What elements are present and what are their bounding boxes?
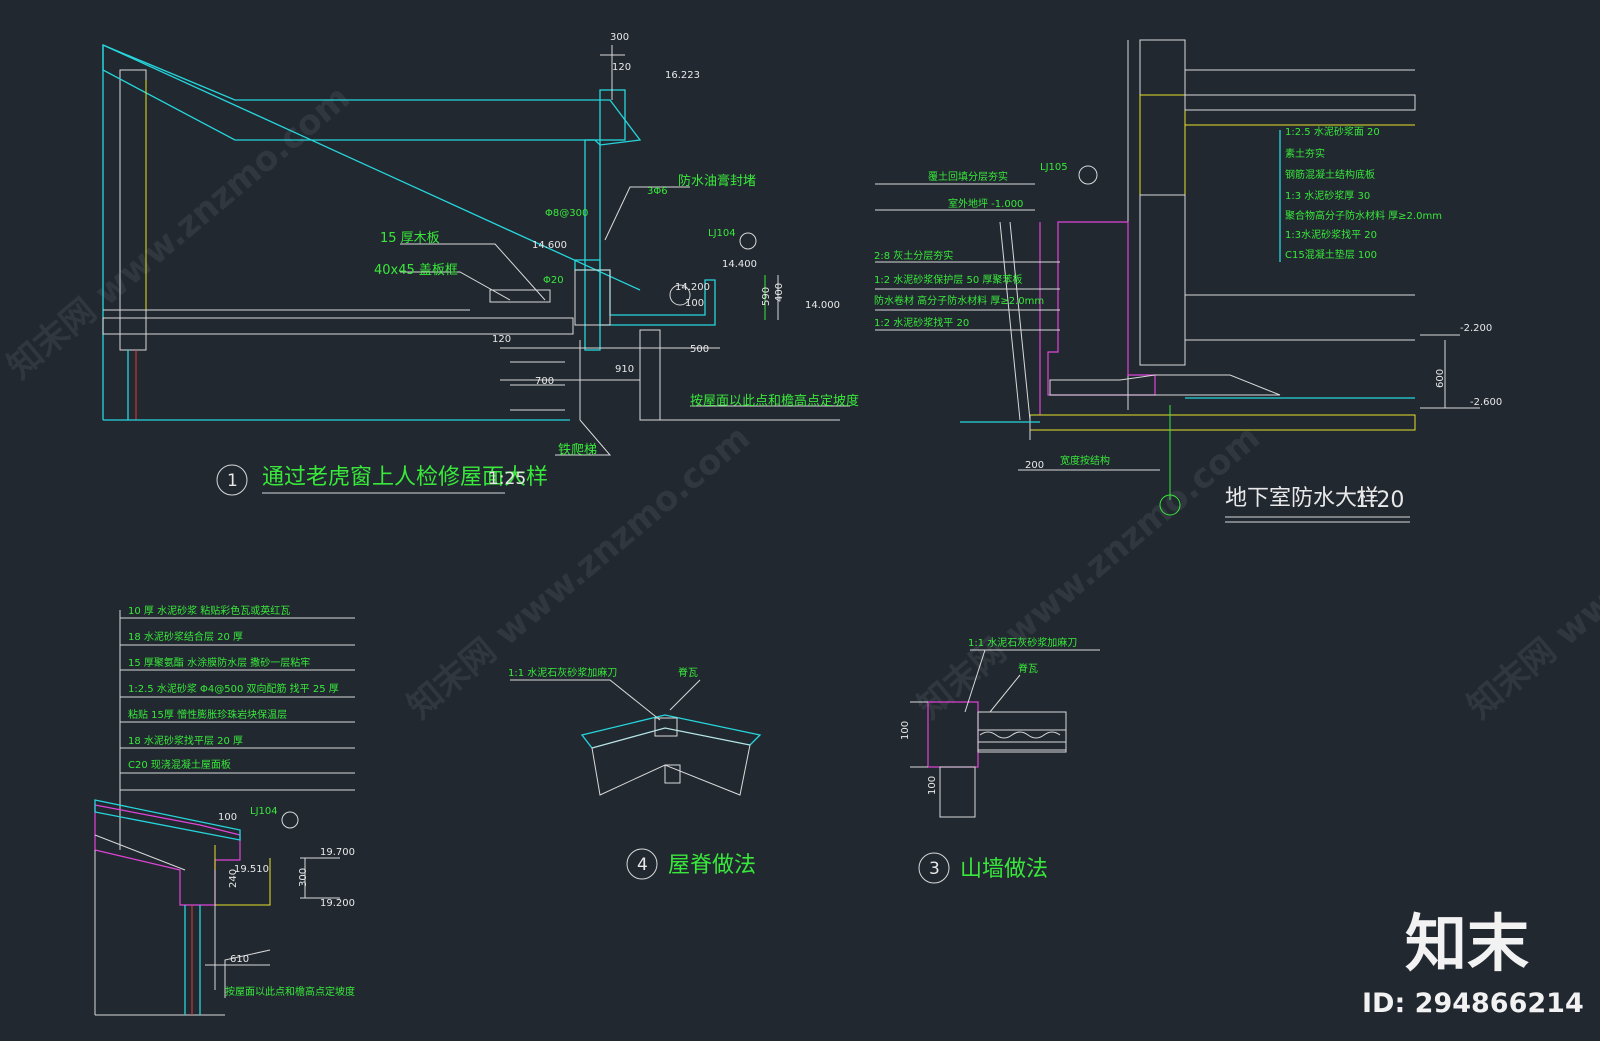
dim: 610: [230, 954, 249, 965]
elev: -2.200: [1460, 323, 1492, 334]
layer-label: 1:2.5 水泥砂浆面 20: [1285, 125, 1380, 138]
detail-2-labels: 覆土回填分层夯实 室外地坪 -1.000 2:8 灰土分层夯实 1:2 水泥砂浆…: [874, 125, 1502, 471]
elev: 14.200: [675, 282, 710, 293]
layer-label: 聚合物高分子防水材料 厚≥2.0mm: [1285, 209, 1442, 222]
dim: 120: [612, 62, 631, 73]
elev: 19.510: [234, 864, 269, 875]
layer-label: 1:2 水泥砂浆找平 20: [874, 316, 969, 329]
dim: 590: [761, 287, 772, 306]
elev: 14.000: [805, 300, 840, 311]
layer-label: 1:2 水泥砂浆保护层 50 厚聚苯板: [874, 273, 1022, 286]
dim: 100: [218, 812, 237, 823]
ref-tag: LJ104: [708, 228, 736, 239]
detail-1-title-block: 1 通过老虎窗上人检修屋面大样 1:25: [216, 464, 548, 496]
watermark-text: 知末网 www.znzmo.com: [1460, 418, 1600, 727]
detail-1-labels: 15 厚木板 40x45 盖板框 防水油膏封堵 铁爬梯 按屋面以此点和檐高点定坡…: [374, 32, 859, 458]
layer-label: C15混凝土垫层 100: [1285, 248, 1377, 261]
layer-label: 10 厚 水泥砂浆 粘贴彩色瓦或英红瓦: [128, 604, 290, 617]
detail-number: 3: [929, 859, 940, 879]
elev: 14.600: [532, 240, 567, 251]
detail-title: 山墙做法: [960, 857, 1048, 882]
detail-scale: 1:25: [488, 469, 526, 489]
layer-label: 1:3水泥砂浆找平 20: [1285, 228, 1377, 241]
dim: 200: [1025, 460, 1044, 471]
detail-5-labels: 10 厚 水泥砂浆 粘贴彩色瓦或英红瓦 18 水泥砂浆结合层 20 厚 15 厚…: [128, 604, 355, 998]
detail-3-title-block: 3 山墙做法: [918, 852, 1048, 884]
layer-label: 1:3 水泥砂浆厚 30: [1285, 189, 1370, 202]
board-label: 15 厚木板: [380, 231, 440, 246]
dim: 300: [298, 868, 309, 887]
dim: 600: [1435, 369, 1446, 388]
ladder-label: 铁爬梯: [558, 443, 597, 458]
dim: 100: [927, 776, 938, 795]
layer-label: 15 厚聚氨酯 水涂膜防水层 撒砂一层粘牢: [128, 656, 310, 669]
brand-mark: 知末 ID: 294866214: [1362, 907, 1584, 1019]
dim: 500: [690, 344, 709, 355]
layer-label: C20 现浇混凝土屋面板: [128, 758, 231, 771]
ref-tag: LJ104: [250, 806, 278, 817]
slope-label: 按屋面以此点和檐高点定坡度: [225, 985, 355, 998]
bar-label: 3Φ6: [647, 186, 668, 197]
elev: 16.223: [665, 70, 700, 81]
slope-label: 按屋面以此点和檐高点定坡度: [690, 393, 859, 409]
dim: 100: [900, 721, 911, 740]
dim: 300: [610, 32, 629, 43]
detail-scale: 1:20: [1355, 488, 1404, 513]
mortar-label: 1:1 水泥石灰砂浆加麻刀: [968, 636, 1077, 649]
detail-4-title-block: 4 屋脊做法: [626, 848, 756, 880]
detail-2-title-block: 地下室防水大样 1:20: [1225, 486, 1410, 523]
ref-tag: LJ105: [1040, 162, 1068, 173]
layer-label: 素土夯实: [1285, 147, 1325, 160]
ridge-tile-label: 脊瓦: [678, 666, 698, 679]
dim: 120: [492, 334, 511, 345]
layer-label: 室外地坪 -1.000: [948, 197, 1023, 210]
layer-label: 1:2.5 水泥砂浆 Φ4@500 双向配筋 找平 25 厚: [128, 682, 339, 695]
layer-label: 钢筋混凝土结构底板: [1285, 168, 1375, 181]
elev: 19.700: [320, 847, 355, 858]
detail-4-ridge-section: [510, 679, 762, 796]
width-label: 宽度按结构: [1060, 454, 1110, 467]
layer-label: 2:8 灰土分层夯实: [874, 249, 953, 262]
cad-drawing-canvas: 知末网 www.znzmo.com 知末网 www.znzmo.com 知末网 …: [0, 32, 1600, 1019]
layer-label: 18 水泥砂浆结合层 20 厚: [128, 630, 243, 643]
frame-label: 40x45 盖板框: [374, 263, 458, 278]
detail-number: 1: [227, 471, 238, 491]
dim: 700: [535, 376, 554, 387]
watermark-text: 知末网 www.znzmo.com: [0, 78, 358, 387]
mortar-label: 1:1 水泥石灰砂浆加麻刀: [508, 666, 617, 679]
elev: -2.600: [1470, 397, 1502, 408]
drain-label: Φ20: [543, 275, 564, 286]
dim: 240: [228, 869, 239, 888]
detail-title: 屋脊做法: [668, 853, 756, 878]
elev: 14.400: [722, 259, 757, 270]
seal-label: 防水油膏封堵: [678, 173, 756, 189]
brand-id: ID: 294866214: [1362, 988, 1584, 1019]
rebar-label: Φ8@300: [545, 208, 588, 219]
ridge-tile-label: 脊瓦: [1018, 662, 1038, 675]
dim: 910: [615, 364, 634, 375]
dim: 100: [685, 298, 704, 309]
layer-label: 粘贴 15厚 憎性膨胀珍珠岩块保温层: [128, 708, 287, 721]
layer-label: 覆土回填分层夯实: [928, 170, 1008, 183]
layer-label: 防水卷材 高分子防水材料 厚≥2.0mm: [874, 294, 1044, 307]
detail-4-labels: 1:1 水泥石灰砂浆加麻刀 脊瓦: [508, 666, 698, 679]
brand-logo: 知末: [1405, 907, 1529, 980]
dim: 400: [774, 283, 785, 302]
elev: 19.200: [320, 898, 355, 909]
detail-number: 4: [637, 855, 648, 875]
layer-label: 18 水泥砂浆找平层 20 厚: [128, 734, 243, 747]
